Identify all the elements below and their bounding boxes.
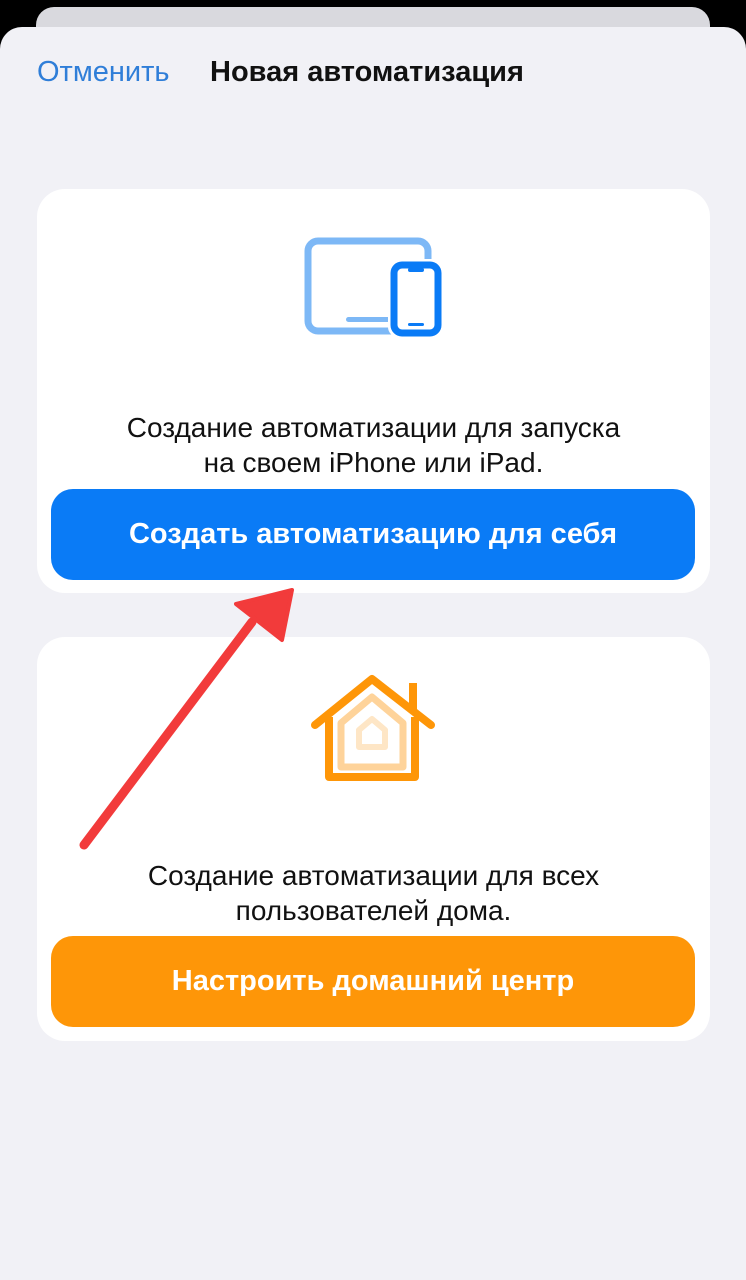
home-description-line-2: пользователей дома. (235, 895, 512, 926)
home-icon (310, 675, 435, 781)
setup-home-hub-button[interactable]: Настроить домашний центр (51, 936, 695, 1027)
home-automation-card: Создание автоматизации для всех пользова… (37, 637, 710, 1041)
navigation-bar: Отменить Новая автоматизация (0, 27, 746, 127)
ipad-iphone-icon (304, 237, 444, 337)
personal-description: Создание автоматизации для запуска на св… (37, 410, 710, 480)
personal-automation-card: Создание автоматизации для запуска на св… (37, 189, 710, 593)
home-description: Создание автоматизации для всех пользова… (37, 858, 710, 928)
home-description-line-1: Создание автоматизации для всех (147, 860, 600, 891)
create-personal-automation-button[interactable]: Создать автоматизацию для себя (51, 489, 695, 580)
cancel-button[interactable]: Отменить (37, 56, 170, 89)
personal-description-line-2: на своем iPhone или iPad. (203, 447, 544, 478)
personal-description-line-1: Создание автоматизации для запуска (126, 412, 621, 443)
page-title: Новая автоматизация (210, 56, 524, 88)
new-automation-sheet: Отменить Новая автоматизация Создание ав… (0, 27, 746, 1280)
